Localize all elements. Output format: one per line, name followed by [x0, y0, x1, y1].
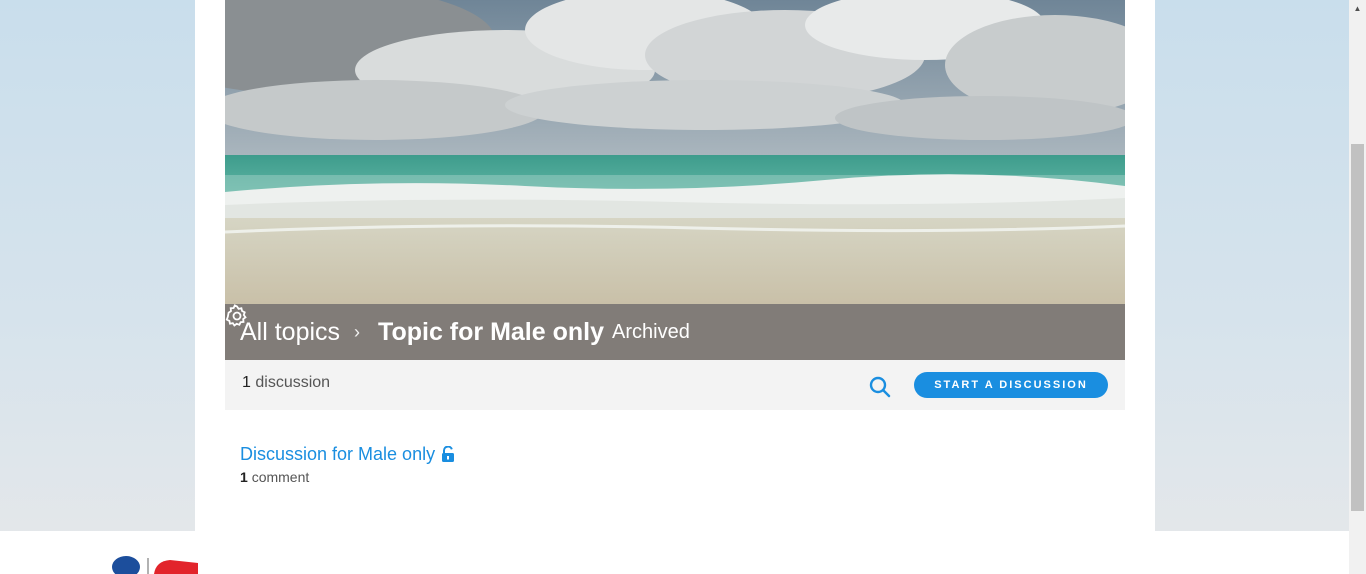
- discussion-title[interactable]: Discussion for Male only: [240, 444, 435, 465]
- discussion-link[interactable]: Discussion for Male only: [240, 444, 455, 465]
- list-item: Discussion for Male only 1 comment: [240, 444, 455, 485]
- discussion-count-label: discussion: [255, 374, 331, 391]
- breadcrumb-all-topics[interactable]: All topics: [240, 318, 340, 347]
- page-title: Topic for Male only: [378, 317, 604, 346]
- start-discussion-button[interactable]: START A DISCUSSION: [914, 372, 1108, 398]
- discussion-count: 1 discussion: [242, 374, 330, 392]
- unlock-icon: [442, 446, 455, 462]
- gear-icon[interactable]: [225, 304, 249, 328]
- vertical-scrollbar[interactable]: ▲: [1349, 0, 1366, 574]
- archived-status: Archived: [612, 320, 690, 343]
- comment-count-label: comment: [251, 469, 310, 485]
- comment-count-number: 1: [240, 469, 248, 485]
- footer: [0, 531, 1349, 574]
- scroll-up-arrow-icon[interactable]: ▲: [1349, 0, 1366, 17]
- discussion-toolbar: 1 discussion START A DISCUSSION: [225, 360, 1125, 410]
- comment-count: 1 comment: [240, 469, 455, 485]
- breadcrumb-chevron-icon: ›: [354, 321, 361, 342]
- topic-title-bar: All topics › Topic for Male only Archive…: [225, 304, 1125, 360]
- scrollbar-thumb[interactable]: [1351, 144, 1364, 511]
- brand-logo: [112, 556, 198, 574]
- page-card: All topics › Topic for Male only Archive…: [195, 0, 1155, 531]
- discussion-count-number: 1: [242, 374, 251, 391]
- search-icon[interactable]: [868, 375, 892, 399]
- topic-header: All topics › Topic for Male only Archive…: [225, 0, 1125, 360]
